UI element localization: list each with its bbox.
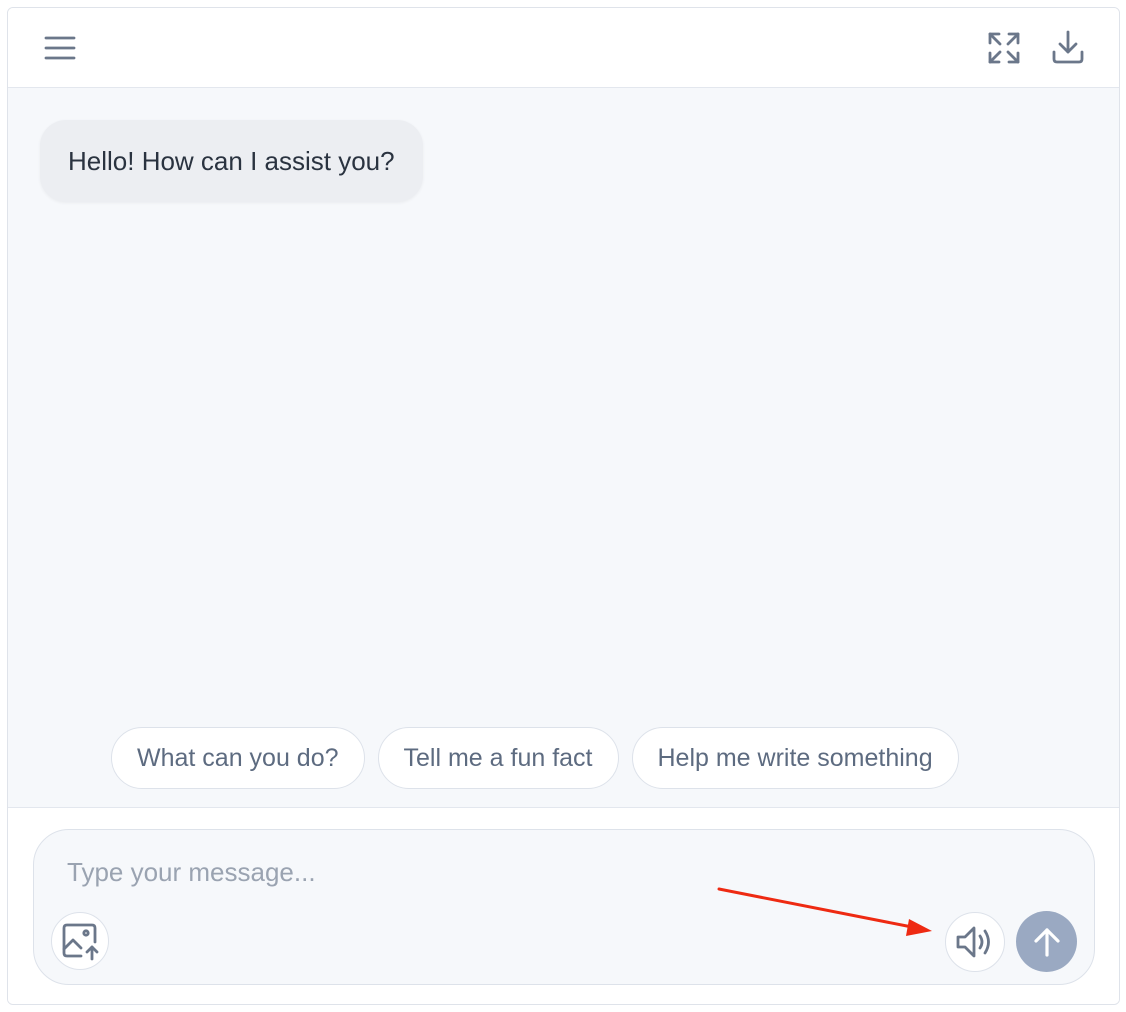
chat-header bbox=[8, 8, 1119, 88]
assistant-message-bubble: Hello! How can I assist you? bbox=[40, 120, 423, 202]
download-button[interactable] bbox=[1048, 26, 1088, 68]
message-list[interactable]: Hello! How can I assist you? What can yo… bbox=[8, 88, 1119, 807]
chat-window: Hello! How can I assist you? What can yo… bbox=[7, 7, 1120, 1005]
message-input[interactable] bbox=[65, 852, 945, 892]
expand-arrows-icon bbox=[988, 32, 1020, 64]
menu-button[interactable] bbox=[40, 28, 80, 68]
suggestion-chip-what-can-you-do[interactable]: What can you do? bbox=[111, 727, 365, 789]
download-icon bbox=[1052, 30, 1084, 64]
arrow-up-icon bbox=[1033, 927, 1060, 957]
suggestion-chip-fun-fact[interactable]: Tell me a fun fact bbox=[377, 727, 619, 789]
message-composer bbox=[33, 829, 1095, 985]
suggestion-chips: What can you do? Tell me a fun fact Help… bbox=[111, 727, 959, 789]
image-upload-icon bbox=[62, 923, 99, 961]
send-button[interactable] bbox=[1016, 911, 1077, 972]
suggestion-chip-help-write[interactable]: Help me write something bbox=[631, 727, 959, 789]
message-text: Hello! How can I assist you? bbox=[68, 145, 395, 176]
image-upload-button[interactable] bbox=[51, 912, 109, 970]
composer-area bbox=[8, 807, 1119, 1004]
hamburger-menu-icon bbox=[44, 36, 76, 60]
speaker-icon bbox=[956, 926, 990, 958]
speaker-button[interactable] bbox=[945, 912, 1005, 972]
expand-button[interactable] bbox=[984, 28, 1024, 68]
